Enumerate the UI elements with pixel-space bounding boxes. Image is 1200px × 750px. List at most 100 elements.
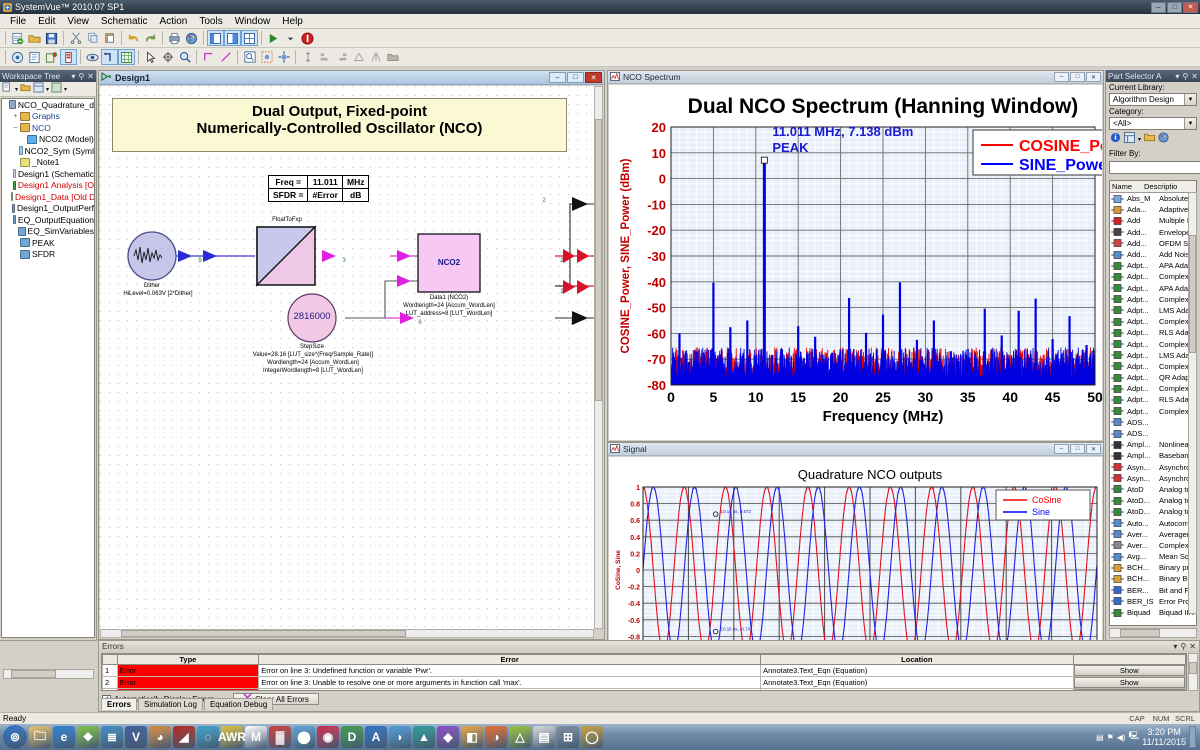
design-close-button[interactable]: ✕ <box>585 72 602 83</box>
part-list-item[interactable]: Biquad Biquad IIR <box>1110 607 1196 618</box>
taskbar-internet-explorer[interactable]: e <box>53 726 75 748</box>
table-row[interactable]: 3ErrorError on line 1: Unable to evaluat… <box>102 688 1186 690</box>
part-list-item[interactable]: AtoD Analog to <box>1110 484 1196 495</box>
taskbar-systemvue[interactable]: ◧ <box>461 726 483 748</box>
part-list-item[interactable]: Aver... Complex A <box>1110 540 1196 551</box>
part-list-item[interactable]: Adpt... RLS Adap <box>1110 394 1196 405</box>
part-list-item[interactable]: Adpt... LMS Adap <box>1110 305 1196 316</box>
taskbar-app-green[interactable]: ❖ <box>77 726 99 748</box>
show-desktop-button[interactable] <box>1189 726 1196 748</box>
taskbar-clock[interactable]: 3:20 PM 11/11/2015 <box>1142 727 1186 748</box>
column-header-name[interactable]: Name <box>1110 182 1144 191</box>
taskbar-matlab[interactable]: M <box>245 726 267 748</box>
part-list-item[interactable]: Add... Add Noise <box>1110 249 1196 260</box>
tray-volume-icon[interactable]: ◀) <box>1117 733 1126 742</box>
align-right-icon[interactable] <box>333 49 350 65</box>
canvas-vertical-scrollbar[interactable] <box>594 86 603 629</box>
layout-split-button[interactable] <box>224 30 241 46</box>
taskbar-app-dg[interactable]: D <box>341 726 363 748</box>
spectrum-minimize-button[interactable]: – <box>1054 72 1069 82</box>
part-view-dropdown-icon[interactable]: ▾ <box>1138 136 1141 143</box>
scrollbar-thumb[interactable] <box>120 630 407 637</box>
taskbar-app-bird[interactable]: ◗ <box>389 726 411 748</box>
save-button[interactable] <box>43 30 60 46</box>
tree-item[interactable]: Design1_OutputPerf <box>2 203 94 215</box>
tree-item[interactable]: Design1 Analysis [O <box>2 180 94 192</box>
scrollbar-thumb[interactable] <box>1189 661 1197 675</box>
visibility-eye-icon[interactable] <box>84 49 101 65</box>
select-arrow-icon[interactable] <box>142 49 159 65</box>
panel-pin-icon[interactable]: ⚲ <box>1179 72 1191 81</box>
part-list-item[interactable]: ADS... <box>1110 417 1196 428</box>
pan-icon[interactable] <box>159 49 176 65</box>
taskbar-app-yellowgreen[interactable]: △ <box>509 726 531 748</box>
canvas-horizontal-scrollbar[interactable] <box>100 629 594 638</box>
part-list-item[interactable]: Ada... Adaptive I <box>1110 204 1196 215</box>
redo-button[interactable] <box>142 30 159 46</box>
signal-minimize-button[interactable]: – <box>1054 444 1069 454</box>
scrollbar-thumb[interactable] <box>11 670 56 678</box>
schematic-canvas[interactable]: Dual Output, Fixed-point Numerically-Con… <box>100 86 594 629</box>
minimize-button[interactable]: – <box>1151 1 1166 13</box>
errors-vertical-scrollbar[interactable] <box>1188 653 1198 691</box>
part-view-icon[interactable] <box>1124 132 1135 146</box>
layout-grid-button[interactable] <box>241 30 258 46</box>
panel-close-icon[interactable]: ✕ <box>1191 72 1198 81</box>
tab-simulation-log[interactable]: Simulation Log <box>138 698 203 710</box>
taskbar-awr-globe[interactable]: ◌ <box>197 726 219 748</box>
part-list-item[interactable]: Aver... Averager <box>1110 529 1196 540</box>
design-maximize-button[interactable]: □ <box>567 72 584 83</box>
tree-item[interactable]: _Note1 <box>2 157 94 169</box>
tree-item[interactable]: Design1_Data [Old D <box>2 191 94 203</box>
align-left-icon[interactable] <box>316 49 333 65</box>
taskbar-app-orange[interactable]: ◑ <box>485 726 507 748</box>
part-list-item[interactable]: ADS... <box>1110 428 1196 439</box>
tree-item[interactable]: EQ_OutputEquation <box>2 214 94 226</box>
table-row[interactable]: 2 Error Error on line 3: Unable to resolve… <box>102 676 1186 689</box>
close-button[interactable]: ✕ <box>1183 1 1198 13</box>
taskbar-app-last[interactable]: ◯ <box>581 726 603 748</box>
add-analysis-icon[interactable] <box>9 49 26 65</box>
zoom-fit-icon[interactable] <box>241 49 258 65</box>
part-list-item[interactable]: Adpt... RLS Adap <box>1110 327 1196 338</box>
scrollbar-thumb[interactable] <box>1120 629 1160 637</box>
part-list-item[interactable]: AtoD... Analog to <box>1110 506 1196 517</box>
part-list-item[interactable]: Adpt... Complex Q <box>1110 383 1196 394</box>
copy-button[interactable] <box>84 30 101 46</box>
zoom-center-icon[interactable] <box>275 49 292 65</box>
part-list-item[interactable]: Adpt... Complex L <box>1110 316 1196 327</box>
part-list-item[interactable]: BER_IS Error Prob <box>1110 596 1196 607</box>
show-button[interactable]: Show <box>1073 689 1185 690</box>
part-list-item[interactable]: Ampl... Baseband <box>1110 450 1196 461</box>
run-button[interactable] <box>265 30 282 46</box>
zoom-icon[interactable] <box>176 49 193 65</box>
menu-edit[interactable]: Edit <box>32 15 61 28</box>
tray-monitor-icon[interactable]: 🖳 <box>1129 730 1140 744</box>
undo-button[interactable] <box>125 30 142 46</box>
taskbar-app-doc[interactable]: ▤ <box>533 726 555 748</box>
tab-equation-debug[interactable]: Equation Debug <box>203 698 274 710</box>
part-list-vertical-scrollbar[interactable] <box>1188 192 1197 614</box>
part-list-item[interactable]: Adpt... Complex R <box>1110 338 1196 349</box>
taskbar-app-teal[interactable]: ▲ <box>413 726 435 748</box>
tree-twisty[interactable]: + <box>11 113 20 120</box>
taskbar-app-notes[interactable]: ≣ <box>101 726 123 748</box>
part-list-item[interactable]: Adpt... QR Adapt <box>1110 372 1196 383</box>
design-minimize-button[interactable]: – <box>549 72 566 83</box>
draw-corner-icon[interactable] <box>200 49 217 65</box>
column-header-type[interactable]: Type <box>116 654 260 665</box>
panel-close-icon[interactable]: ✕ <box>87 72 94 81</box>
new-button[interactable] <box>9 30 26 46</box>
tree-view-icon[interactable] <box>33 82 44 96</box>
new-design-icon[interactable] <box>26 49 43 65</box>
folder-icon[interactable] <box>384 49 401 65</box>
align-vertical-icon[interactable] <box>299 49 316 65</box>
panel-close-icon[interactable]: ✕ <box>1189 642 1196 651</box>
new-item-icon[interactable] <box>2 82 13 96</box>
tree-item[interactable]: NCO_Quadrature_d <box>2 99 94 111</box>
part-list-item[interactable]: Adpt... Complex L <box>1110 361 1196 372</box>
panel-pin-icon[interactable]: ⚲ <box>1177 642 1189 651</box>
tree-item[interactable]: – NCO <box>2 122 94 134</box>
tree-view-dropdown-icon[interactable]: ▾ <box>46 86 49 93</box>
chevron-down-icon[interactable]: ▼ <box>1184 118 1196 129</box>
